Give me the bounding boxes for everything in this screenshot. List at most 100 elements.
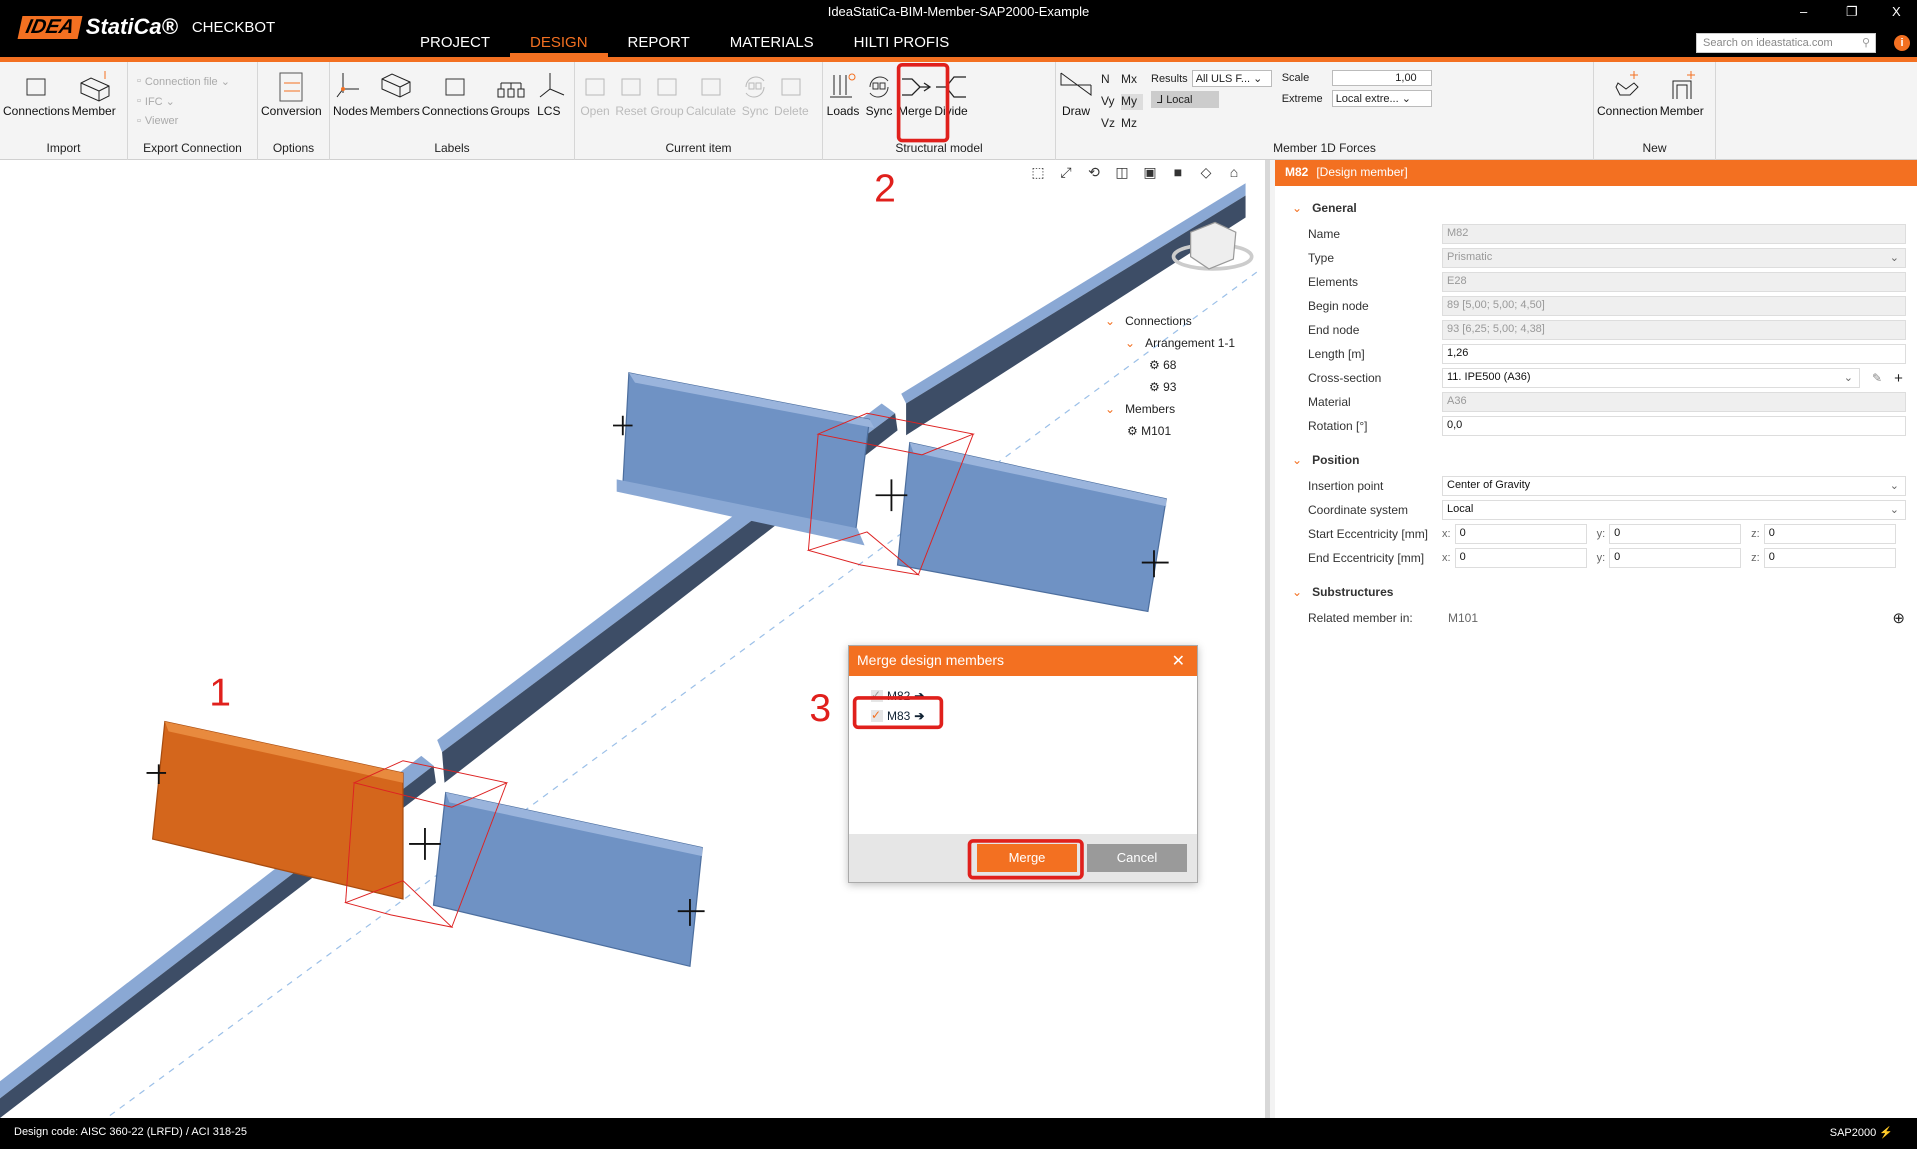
reset-button[interactable]: Reset [614, 66, 648, 138]
section-general[interactable]: ⌄ General [1275, 194, 1917, 222]
tree-connection-68[interactable]: ⚙ 68 [1105, 354, 1235, 376]
loads-button[interactable]: Loads [826, 66, 860, 138]
coordinate-system-select[interactable]: Local ⌄ [1442, 500, 1906, 520]
tree-arrangement[interactable]: ⌄ Arrangement 1-1 [1105, 332, 1235, 354]
section-position[interactable]: ⌄ Position [1275, 446, 1917, 474]
home-icon[interactable]: ⌂ [1224, 164, 1244, 181]
scale-input[interactable]: 1,00 [1331, 70, 1432, 86]
member-m83[interactable] [432, 791, 703, 968]
end-ecc-y[interactable]: 0 [1609, 548, 1742, 568]
merge-item-m83[interactable]: ✓ M83 ➔ [871, 706, 1197, 726]
restore-button[interactable]: ❐ [1846, 4, 1858, 20]
structure-model[interactable] [0, 160, 1270, 1118]
section-substructures[interactable]: ⌄ Substructures [1275, 578, 1917, 606]
member-upper-left[interactable] [616, 372, 875, 546]
chevron-down-icon[interactable]: ⌄ [1292, 453, 1302, 467]
view-front-icon[interactable]: ◫ [1112, 164, 1132, 181]
force-vz-toggle[interactable]: Vz [1101, 116, 1121, 132]
groups-button[interactable]: Groups [490, 66, 530, 138]
add-icon[interactable]: + [1894, 370, 1903, 387]
tree-connections[interactable]: ⌄ Connections [1105, 310, 1235, 332]
chevron-down-icon[interactable]: ⌄ [1105, 402, 1115, 416]
edit-pencil-icon[interactable]: ✎ [1872, 371, 1882, 385]
type-value: Prismatic [1447, 251, 1493, 263]
checkbox-m83[interactable]: ✓ [871, 709, 883, 722]
conversion-button[interactable]: Conversion [261, 66, 322, 138]
start-ecc-z[interactable]: 0 [1763, 524, 1896, 544]
lcs-button[interactable]: LCS [532, 66, 566, 138]
tab-project[interactable]: PROJECT [400, 28, 510, 57]
force-n-toggle[interactable]: N [1101, 72, 1121, 88]
results-select[interactable]: All ULS F... ⌄ [1191, 70, 1272, 87]
delete-button[interactable]: Delete [774, 66, 809, 138]
info-icon[interactable]: i [1894, 35, 1910, 51]
calculate-button[interactable]: Calculate [686, 66, 736, 138]
chevron-down-icon[interactable]: ⌄ [1292, 585, 1302, 599]
tab-report[interactable]: REPORT [608, 28, 710, 57]
3d-viewport[interactable]: ⬚ ⤢ ⟲ ◫ ▣ ■ ◇ ⌂ ⌄ Connections ⌄ Arrangement 1-1 ⚙… [0, 160, 1270, 1118]
merge-item-m82[interactable]: ✓ M82 ➔ [871, 686, 1197, 706]
extreme-select[interactable]: Local extre... ⌄ [1331, 90, 1432, 107]
search-input[interactable]: Search on ideastatica.com ⚲ [1696, 33, 1876, 53]
merge-button[interactable]: Merge [977, 844, 1077, 872]
merge-button[interactable]: Merge [898, 66, 932, 138]
rotation-input[interactable]: 0,0 [1442, 416, 1906, 436]
member-button[interactable]: Member [1660, 66, 1704, 138]
connection-file-button[interactable]: ▫ Connection file ⌄ [137, 72, 230, 90]
sync-button[interactable]: Sync [862, 66, 896, 138]
close-icon[interactable]: ✕ [1172, 651, 1185, 671]
related-member[interactable]: M101 [1448, 611, 1892, 625]
local-toggle[interactable]: ⅃ Local [1151, 91, 1219, 108]
start-ecc-y[interactable]: 0 [1609, 524, 1742, 544]
end-ecc-z[interactable]: 0 [1763, 548, 1896, 568]
select-icon[interactable]: ⬚ [1028, 164, 1048, 181]
tab-materials[interactable]: MATERIALS [710, 28, 834, 57]
button-label: Member [71, 104, 116, 118]
member-button[interactable]: Member [72, 66, 116, 138]
search-icon[interactable]: ⚲ [1862, 36, 1870, 49]
viewer-button[interactable]: ▫ Viewer [137, 112, 230, 130]
tree-member-m101[interactable]: ⚙ M101 [1105, 420, 1235, 442]
tree-members[interactable]: ⌄ Members [1105, 398, 1235, 420]
members-button[interactable]: Members [370, 66, 420, 138]
tab-design[interactable]: DESIGN [510, 28, 608, 57]
chevron-down-icon[interactable]: ⌄ [1105, 314, 1115, 328]
view-iso-icon[interactable]: ▣ [1140, 164, 1160, 181]
close-button[interactable]: X [1892, 4, 1901, 19]
minimize-button[interactable]: – [1800, 4, 1807, 19]
tab-hilti-profis[interactable]: HILTI PROFIS [834, 28, 970, 57]
view-solid-icon[interactable]: ■ [1168, 164, 1188, 181]
start-ecc-x[interactable]: 0 [1454, 524, 1587, 544]
length-input[interactable]: 1,26 [1442, 344, 1906, 364]
nodes-button[interactable]: Nodes [333, 66, 368, 138]
open-button[interactable]: Open [578, 66, 612, 138]
end-ecc-x[interactable]: 0 [1454, 548, 1587, 568]
checkbox-m82[interactable]: ✓ [871, 689, 883, 702]
connections-button[interactable]: Connections [3, 66, 70, 138]
ifc-button[interactable]: ▫ IFC ⌄ [137, 92, 230, 110]
chevron-down-icon[interactable]: ⌄ [1125, 336, 1135, 350]
cross-section-select[interactable]: 11. IPE500 (A36) ⌄ [1442, 368, 1860, 388]
insertion-point-select[interactable]: Center of Gravity ⌄ [1442, 476, 1906, 496]
connections-button[interactable]: Connections [422, 66, 488, 138]
view-wire-icon[interactable]: ◇ [1196, 164, 1216, 181]
locate-icon[interactable]: ⊕ [1892, 609, 1905, 627]
member-upper-right[interactable] [896, 441, 1167, 613]
section-title: Position [1312, 453, 1360, 467]
group-button[interactable]: Group [650, 66, 684, 138]
force-mx-toggle[interactable]: Mx [1121, 72, 1143, 88]
rotate-icon[interactable]: ⟲ [1084, 164, 1104, 181]
member-id: M82 [1285, 165, 1309, 179]
zoom-fit-icon[interactable]: ⤢ [1056, 164, 1076, 181]
cancel-button[interactable]: Cancel [1087, 844, 1187, 872]
draw-button[interactable]: Draw [1059, 66, 1093, 138]
force-mz-toggle[interactable]: Mz [1121, 116, 1143, 132]
force-vy-toggle[interactable]: Vy [1101, 94, 1121, 110]
tree-connection-93[interactable]: ⚙ 93 [1105, 376, 1235, 398]
force-my-toggle[interactable]: My [1121, 94, 1143, 110]
chevron-down-icon[interactable]: ⌄ [1292, 201, 1302, 215]
sync-button[interactable]: Sync [738, 66, 772, 138]
divide-button[interactable]: Divide [934, 66, 968, 138]
connection-button[interactable]: Connection [1597, 66, 1658, 138]
ribbon-group-structural-model: Loads Sync Merge Divide Structural model [823, 62, 1056, 160]
